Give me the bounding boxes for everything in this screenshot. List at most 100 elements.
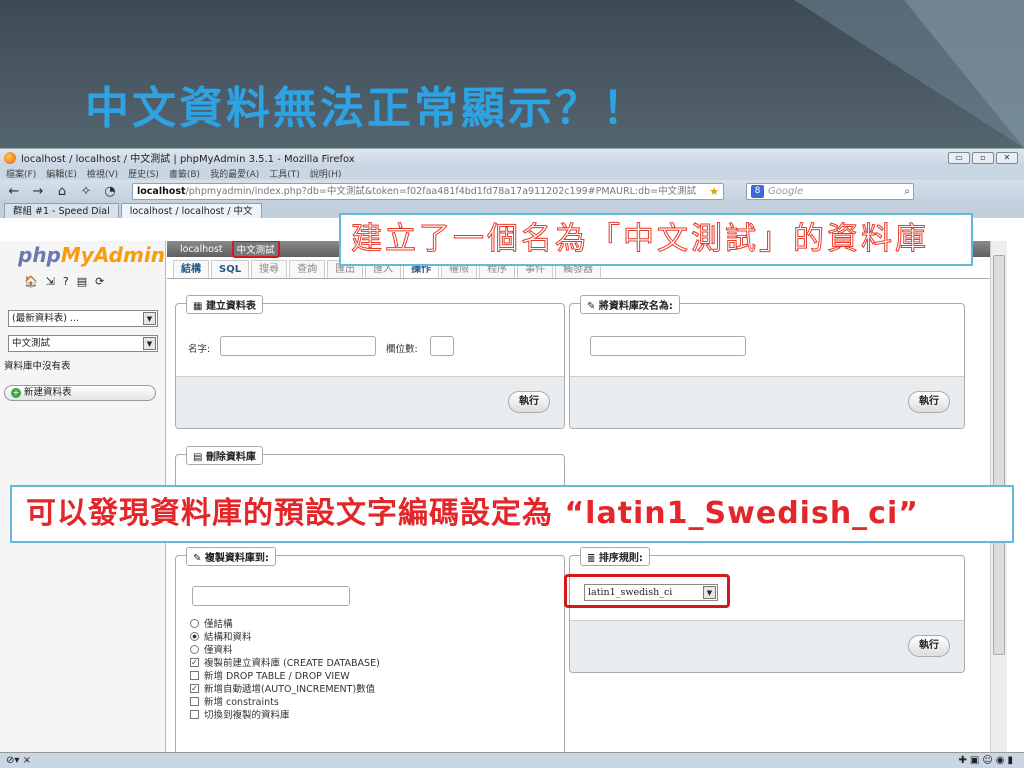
logout-icon[interactable]: ⇲: [46, 275, 55, 288]
callout-default-collation: 可以發現資料庫的預設文字編碼設定為 “latin1_Swedish_ci”: [10, 485, 1014, 543]
copy-db-input[interactable]: [192, 586, 350, 606]
copy-option-switch-db[interactable]: 切換到複製的資料庫: [190, 707, 290, 721]
menu-bookmarks[interactable]: 書籤(B): [169, 167, 200, 180]
bookmark-icon[interactable]: ✧: [78, 184, 94, 199]
list-icon: ≣: [587, 553, 599, 564]
database-select[interactable]: 中文測試 ▼: [8, 335, 158, 352]
maximize-button[interactable]: ▫: [972, 151, 994, 164]
drop-db-legend: ▤ 刪除資料庫: [186, 446, 263, 465]
breadcrumb-database[interactable]: 中文測試: [231, 241, 280, 258]
copy-option-constraints[interactable]: 新增 constraints: [190, 694, 279, 708]
create-table-panel: ▦ 建立資料表 名字: 欄位數: 執行: [175, 295, 565, 429]
checkbox[interactable]: [190, 670, 199, 680]
chevron-down-icon: ▼: [143, 312, 156, 325]
star-icon[interactable]: ★: [709, 184, 719, 199]
plus-icon: +: [11, 388, 21, 398]
checkbox[interactable]: ✓: [190, 657, 199, 667]
window-title: localhost / localhost / 中文測試 | phpMyAdmi…: [21, 154, 355, 165]
addon-icon[interactable]: ◔: [102, 184, 118, 199]
menu-edit[interactable]: 編輯(E): [46, 167, 77, 180]
google-icon: 8: [751, 184, 764, 198]
menu-history[interactable]: 歷史(S): [128, 167, 159, 180]
copy-db-legend: ✎ 複製資料庫到:: [186, 547, 276, 566]
menu-help[interactable]: 說明(H): [310, 167, 342, 180]
tab-sql[interactable]: SQL: [211, 260, 250, 278]
menu-tools[interactable]: 工具(T): [269, 167, 300, 180]
table-icon: ▦: [193, 301, 206, 312]
no-tables-text: 資料庫中沒有表: [4, 361, 71, 372]
menu-view[interactable]: 檢視(V): [87, 167, 118, 180]
breadcrumb-server[interactable]: localhost: [177, 244, 226, 255]
copy-option-data-only[interactable]: 僅資料: [190, 642, 233, 656]
checkbox[interactable]: [190, 709, 199, 719]
checkbox[interactable]: ✓: [190, 683, 199, 693]
menu-favorites[interactable]: 我的最愛(A): [210, 167, 259, 180]
columns-label: 欄位數:: [386, 344, 418, 355]
search-icon[interactable]: ⌕: [904, 184, 910, 199]
collation-panel: ≣ 排序規則: latin1_swedish_ci ▼ 執行: [569, 547, 965, 673]
pencil-icon: ✎: [587, 301, 599, 312]
tray-icons[interactable]: ✚▣☺◉▮: [959, 755, 1016, 766]
create-table-go-button[interactable]: 執行: [508, 391, 550, 413]
home-icon[interactable]: ⌂: [54, 184, 70, 199]
tab-structure[interactable]: 結構: [173, 260, 209, 278]
search-bar[interactable]: 8 Google ⌕: [746, 182, 914, 200]
tab-query[interactable]: 查詢: [289, 260, 326, 278]
scroll-thumb[interactable]: [993, 255, 1005, 655]
copy-option-structure-only[interactable]: 僅結構: [190, 616, 233, 630]
forward-icon[interactable]: →: [30, 184, 46, 199]
help-icon[interactable]: ?: [63, 275, 69, 288]
columns-input[interactable]: [430, 336, 454, 356]
copy-option-create-db[interactable]: ✓ 複製前建立資料庫 (CREATE DATABASE): [190, 655, 380, 669]
table-name-input[interactable]: [220, 336, 376, 356]
url-bar[interactable]: localhost /phpmyadmin/index.php?db=中文測試&…: [132, 182, 724, 200]
addon-bar-icon[interactable]: ⊘▾ ×: [6, 755, 31, 766]
tab-speed-dial[interactable]: 群組 #1 - Speed Dial: [4, 203, 119, 218]
close-button[interactable]: ✕: [996, 151, 1018, 164]
slide-header: 中文資料無法正常顯示？！: [0, 0, 1024, 148]
pencil-icon: ✎: [193, 553, 205, 564]
table-name-label: 名字:: [188, 344, 211, 355]
rename-db-input[interactable]: [590, 336, 746, 356]
back-icon[interactable]: ←: [6, 184, 22, 199]
pma-logo[interactable]: phpMyAdmin: [18, 243, 165, 267]
search-placeholder: Google: [768, 185, 804, 197]
minimize-button[interactable]: ▭: [948, 151, 970, 164]
rename-db-panel: ✎ 將資料庫改名為: 執行: [569, 295, 965, 429]
radio-button[interactable]: [190, 631, 199, 641]
drop-icon: ▤: [193, 452, 206, 463]
reload-icon[interactable]: ⟳: [95, 275, 104, 288]
decor-shard: [904, 0, 1024, 148]
rename-db-legend: ✎ 將資料庫改名為:: [580, 295, 680, 314]
menu-file[interactable]: 檔案(F): [6, 167, 36, 180]
tab-phpmyadmin[interactable]: localhost / localhost / 中文: [120, 203, 262, 218]
rename-db-footer: 執行: [570, 376, 964, 428]
rename-db-go-button[interactable]: 執行: [908, 391, 950, 413]
title-bar: localhost / localhost / 中文測試 | phpMyAdmi…: [0, 149, 1024, 166]
callout-db-created: 建立了一個名為「中文測試」的資料庫: [339, 213, 973, 266]
copy-option-structure-data[interactable]: 結構和資料: [190, 629, 252, 643]
create-table-footer: 執行: [176, 376, 564, 428]
checkbox[interactable]: [190, 696, 199, 706]
status-bar: ⊘▾ × ✚▣☺◉▮: [0, 752, 1024, 768]
new-table-button[interactable]: + 新建資料表: [4, 385, 156, 401]
collation-highlight: [564, 574, 730, 608]
collation-footer: 執行: [570, 620, 964, 672]
collation-legend: ≣ 排序規則:: [580, 547, 650, 566]
home-icon[interactable]: 🏠: [24, 275, 38, 288]
radio-button[interactable]: [190, 644, 199, 654]
collation-go-button[interactable]: 執行: [908, 635, 950, 657]
firefox-icon: [4, 151, 16, 164]
recent-tables-select[interactable]: (最新資料表) ... ▼: [8, 310, 158, 327]
chevron-down-icon: ▼: [143, 337, 156, 350]
copy-option-auto-increment[interactable]: ✓ 新增自動遞增(AUTO_INCREMENT)數值: [190, 681, 375, 695]
url-path: /phpmyadmin/index.php?db=中文測試&token=f02f…: [185, 185, 697, 197]
docs-icon[interactable]: ▤: [77, 275, 87, 288]
slide-title: 中文資料無法正常顯示？！: [85, 83, 649, 134]
copy-db-panel: ✎ 複製資料庫到: 僅結構 結構和資料 僅資料 ✓ 複製前建立資料庫 (CREAT…: [175, 547, 565, 753]
nav-toolbar: ← → ⌂ ✧ ◔ localhost /phpmyadmin/index.ph…: [0, 180, 1024, 202]
radio-button[interactable]: [190, 618, 199, 628]
sidebar-icons: 🏠 ⇲ ? ▤ ⟳: [24, 275, 165, 288]
copy-option-drop-table[interactable]: 新增 DROP TABLE / DROP VIEW: [190, 668, 350, 682]
tab-search[interactable]: 搜尋: [251, 260, 288, 278]
